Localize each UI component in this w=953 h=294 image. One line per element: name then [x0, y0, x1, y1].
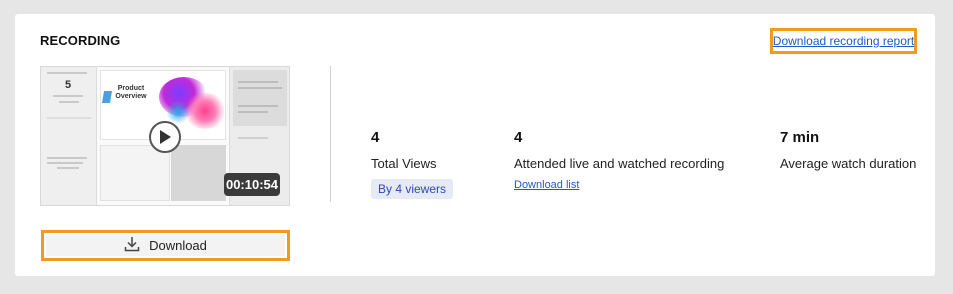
download-icon: [124, 236, 140, 255]
report-link-highlight: Download recording report: [770, 28, 917, 54]
download-list-link[interactable]: Download list: [514, 179, 724, 191]
stat-label: Attended live and watched recording: [514, 156, 725, 171]
vertical-divider: [330, 66, 331, 202]
download-recording-report-link[interactable]: Download recording report: [773, 34, 914, 48]
stat-value: 7 min: [780, 129, 820, 146]
thumbnail-left-panel: 5: [41, 67, 97, 205]
slide-title: Product Overview: [115, 85, 147, 100]
play-icon[interactable]: [149, 121, 181, 153]
download-highlight: Download: [41, 230, 290, 261]
download-button-label: Download: [149, 238, 207, 253]
recording-thumbnail[interactable]: 5 Product Overview 00:10:54: [40, 66, 290, 206]
recording-card: RECORDING Download recording report 5 Pr…: [15, 14, 935, 276]
stat-value: 4: [371, 129, 380, 146]
stat-label: Total Views: [371, 156, 437, 171]
stat-avg-watch: 7 min Average watch duration: [780, 129, 916, 171]
stat-attended: 4 Attended live and watched recording Do…: [514, 129, 724, 191]
download-button[interactable]: Download: [46, 235, 285, 256]
stat-value: 4: [514, 129, 523, 146]
section-title: RECORDING: [40, 33, 121, 48]
viewers-badge: By 4 viewers: [371, 179, 454, 199]
duration-badge: 00:10:54: [224, 173, 280, 196]
stat-total-views: 4 Total Views By 4 viewers: [371, 129, 454, 199]
stat-label: Average watch duration: [780, 156, 917, 171]
